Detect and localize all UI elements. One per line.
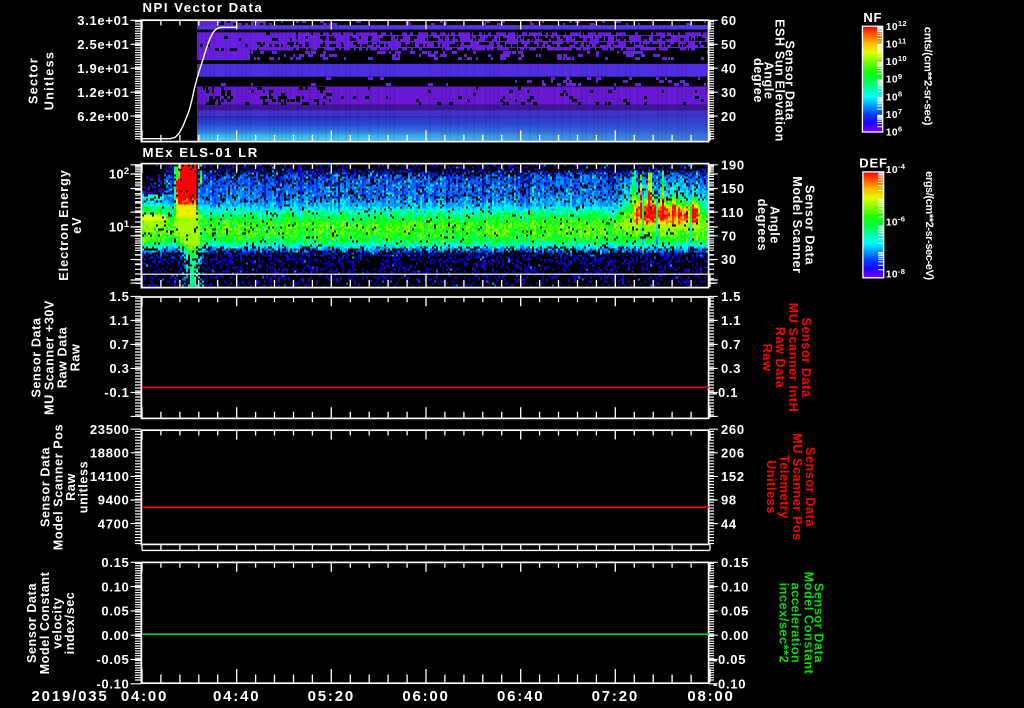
svg-text:Model Scanner: Model Scanner	[790, 176, 804, 273]
svg-text:0.00: 0.00	[721, 628, 749, 643]
svg-text:Electron Energy: Electron Energy	[57, 169, 71, 281]
svg-text:MEx ELS-01 LR: MEx ELS-01 LR	[143, 145, 259, 160]
svg-text:4700: 4700	[98, 516, 130, 531]
svg-text:04:00: 04:00	[121, 688, 168, 705]
svg-text:1.5: 1.5	[721, 289, 741, 304]
svg-text:Sector: Sector	[27, 57, 41, 104]
svg-text:-0.05: -0.05	[713, 652, 746, 667]
svg-text:98: 98	[721, 493, 737, 508]
svg-text:0.05: 0.05	[101, 604, 129, 619]
svg-text:0.15: 0.15	[721, 555, 749, 570]
svg-text:14100: 14100	[90, 469, 130, 484]
svg-text:152: 152	[721, 469, 745, 484]
svg-text:index/sec: index/sec	[63, 592, 77, 655]
svg-text:20: 20	[721, 109, 737, 124]
svg-text:Sensor Data: Sensor Data	[39, 447, 53, 527]
svg-text:DEF: DEF	[859, 156, 887, 171]
svg-text:MU Scanner IntH: MU Scanner IntH	[786, 303, 800, 413]
svg-text:18800: 18800	[90, 446, 130, 461]
svg-text:70: 70	[721, 228, 737, 243]
svg-text:08:00: 08:00	[687, 688, 734, 705]
svg-text:1.2e+01: 1.2e+01	[77, 85, 129, 100]
svg-text:Model Constant: Model Constant	[802, 572, 816, 675]
svg-text:NF: NF	[863, 10, 882, 25]
svg-text:Unitless: Unitless	[43, 51, 57, 110]
svg-text:Sensor Data: Sensor Data	[799, 317, 813, 397]
svg-text:06:40: 06:40	[497, 688, 544, 705]
svg-text:-0.05: -0.05	[96, 652, 129, 667]
svg-text:Sensor Data: Sensor Data	[25, 583, 39, 663]
svg-text:1.1: 1.1	[721, 313, 741, 328]
svg-text:Telemetry: Telemetry	[777, 455, 791, 519]
svg-text:MU Scanner +30V: MU Scanner +30V	[43, 300, 57, 415]
svg-text:Unitless: Unitless	[764, 460, 778, 514]
svg-text:260: 260	[721, 422, 745, 437]
svg-text:06:00: 06:00	[402, 688, 449, 705]
svg-text:0.10: 0.10	[101, 579, 129, 594]
svg-text:110: 110	[721, 205, 744, 220]
svg-text:Raw Data: Raw Data	[56, 326, 70, 388]
svg-text:0.05: 0.05	[721, 604, 749, 619]
svg-text:04:40: 04:40	[213, 688, 260, 705]
svg-text:0.00: 0.00	[101, 628, 129, 643]
svg-text:2019/035: 2019/035	[32, 688, 109, 705]
svg-text:1.1: 1.1	[109, 313, 129, 328]
svg-text:44: 44	[721, 516, 737, 531]
svg-text:60: 60	[721, 13, 737, 28]
svg-text:Sensor Data: Sensor Data	[30, 317, 44, 397]
svg-text:0.3: 0.3	[721, 361, 741, 376]
svg-text:30: 30	[721, 85, 737, 100]
svg-text:40: 40	[721, 61, 737, 76]
svg-text:0.15: 0.15	[101, 555, 129, 570]
svg-text:206: 206	[721, 446, 745, 461]
svg-text:190: 190	[721, 158, 745, 173]
svg-text:2.5e+01: 2.5e+01	[77, 37, 129, 52]
svg-text:1.9e+01: 1.9e+01	[77, 61, 129, 76]
svg-text:Raw: Raw	[69, 344, 83, 372]
svg-text:23500: 23500	[90, 422, 130, 437]
svg-text:0.7: 0.7	[109, 337, 129, 352]
svg-text:Raw Data: Raw Data	[773, 327, 787, 389]
svg-text:cnts/(cm**2-sr-sec): cnts/(cm**2-sr-sec)	[922, 27, 934, 126]
svg-text:9400: 9400	[98, 493, 130, 508]
svg-text:-0.1: -0.1	[713, 385, 738, 400]
svg-text:ergs/(cm**2-sr-sec-eV): ergs/(cm**2-sr-sec-eV)	[923, 171, 935, 280]
svg-text:0.3: 0.3	[109, 361, 129, 376]
svg-text:0.10: 0.10	[721, 579, 749, 594]
svg-text:Sensor Data: Sensor Data	[803, 447, 817, 527]
svg-text:3.1e+01: 3.1e+01	[77, 13, 129, 28]
svg-text:unitless: unitless	[77, 461, 91, 513]
svg-text:degrees: degrees	[755, 199, 769, 252]
svg-text:NPI Vector Data: NPI Vector Data	[143, 0, 264, 15]
svg-text:05:20: 05:20	[308, 688, 355, 705]
svg-text:-0.1: -0.1	[104, 385, 129, 400]
svg-text:6.2e+00: 6.2e+00	[77, 109, 129, 124]
svg-text:07:20: 07:20	[592, 688, 639, 705]
svg-text:MU Scanner Pos: MU Scanner Pos	[790, 433, 804, 541]
svg-text:50: 50	[721, 37, 737, 52]
svg-text:incex/sec**2: incex/sec**2	[777, 583, 791, 664]
svg-text:eV: eV	[70, 216, 84, 233]
svg-text:150: 150	[721, 181, 745, 196]
svg-text:0.7: 0.7	[721, 337, 741, 352]
svg-text:Raw: Raw	[760, 344, 774, 372]
svg-text:degree: degree	[751, 58, 765, 103]
svg-text:1.5: 1.5	[109, 289, 129, 304]
svg-text:30: 30	[721, 252, 737, 267]
